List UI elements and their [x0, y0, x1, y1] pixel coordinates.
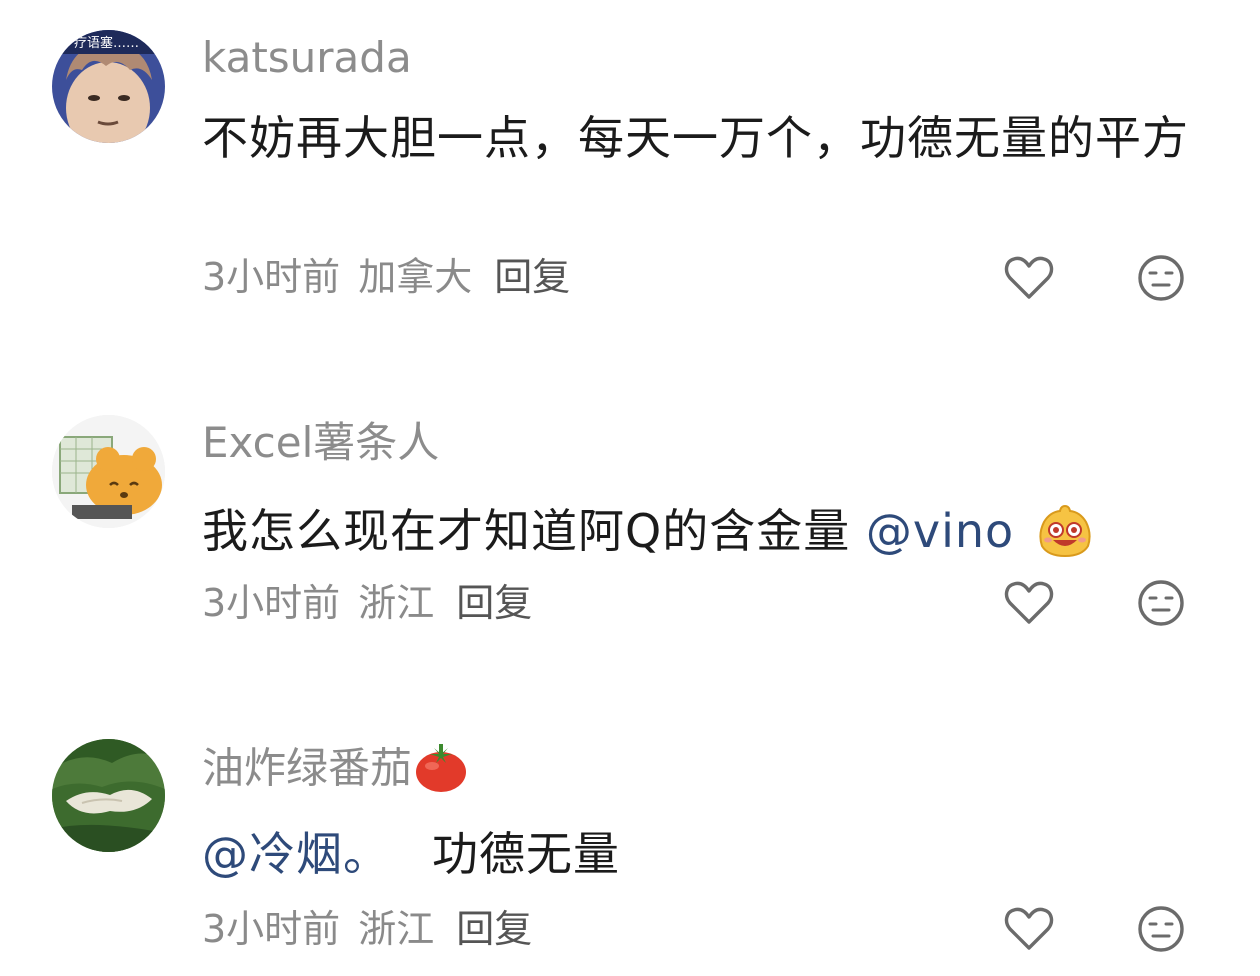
- heart-outline-icon: [1004, 581, 1054, 624]
- comment-item: Excel薯条人 我怎么现在才知道阿Q的含金量 @vino 3小时前 浙江 回复: [0, 330, 1260, 660]
- username[interactable]: Excel薯条人: [202, 418, 439, 468]
- laughing-face-emoji: [1036, 502, 1094, 560]
- username[interactable]: 油炸绿番茄: [202, 742, 470, 800]
- mention-link[interactable]: @冷烟。: [202, 827, 390, 881]
- heart-outline-icon: [1004, 256, 1054, 299]
- comment-text: @冷烟。 功德无量: [202, 820, 1192, 888]
- comment-text: 我怎么现在才知道阿Q的含金量 @vino: [202, 497, 1192, 565]
- comment-item: 疗语塞…… katsurada 不妨再大胆一点，每天一万个，功德无量的平方 3小…: [0, 0, 1260, 330]
- reply-button[interactable]: 回复: [456, 907, 532, 951]
- reply-button[interactable]: 回复: [494, 255, 570, 299]
- heart-outline-icon: [1004, 907, 1054, 950]
- neutral-face-icon: [1138, 906, 1184, 952]
- avatar[interactable]: [52, 415, 165, 528]
- username-text: 油炸绿番茄: [202, 743, 413, 793]
- reply-button[interactable]: 回复: [456, 581, 532, 625]
- comment-text-content: 功德无量: [432, 827, 620, 881]
- dislike-button[interactable]: [1134, 251, 1188, 305]
- like-button[interactable]: [1002, 576, 1056, 630]
- comment-location: 浙江: [358, 581, 435, 625]
- neutral-face-icon: [1138, 255, 1184, 301]
- comment-meta: 3小时前 加拿大 回复: [202, 254, 588, 300]
- avatar-overlay-text: 疗语塞……: [74, 35, 139, 51]
- comment-time: 3小时前: [202, 581, 341, 625]
- comment-meta: 3小时前 浙江 回复: [202, 580, 550, 626]
- dislike-button[interactable]: [1134, 902, 1188, 956]
- tomato-emoji: [412, 738, 470, 796]
- username[interactable]: katsurada: [202, 33, 412, 83]
- comment-time: 3小时前: [202, 255, 341, 299]
- comment-meta: 3小时前 浙江 回复: [202, 906, 550, 952]
- avatar[interactable]: [52, 739, 165, 852]
- comment-text-content: 我怎么现在才知道阿Q的含金量: [202, 504, 851, 558]
- like-button[interactable]: [1002, 902, 1056, 956]
- dislike-button[interactable]: [1134, 576, 1188, 630]
- neutral-face-icon: [1138, 580, 1184, 626]
- like-button[interactable]: [1002, 251, 1056, 305]
- comment-time: 3小时前: [202, 907, 341, 951]
- comment-text: 不妨再大胆一点，每天一万个，功德无量的平方: [202, 111, 1189, 165]
- avatar[interactable]: 疗语塞……: [52, 30, 165, 143]
- mention-link[interactable]: @vino: [866, 504, 1014, 558]
- comment-location: 浙江: [358, 907, 435, 951]
- comment-item: 油炸绿番茄 @冷烟。 功德无量 3小时前 浙江 回复: [0, 660, 1260, 976]
- comment-location: 加拿大: [358, 255, 473, 299]
